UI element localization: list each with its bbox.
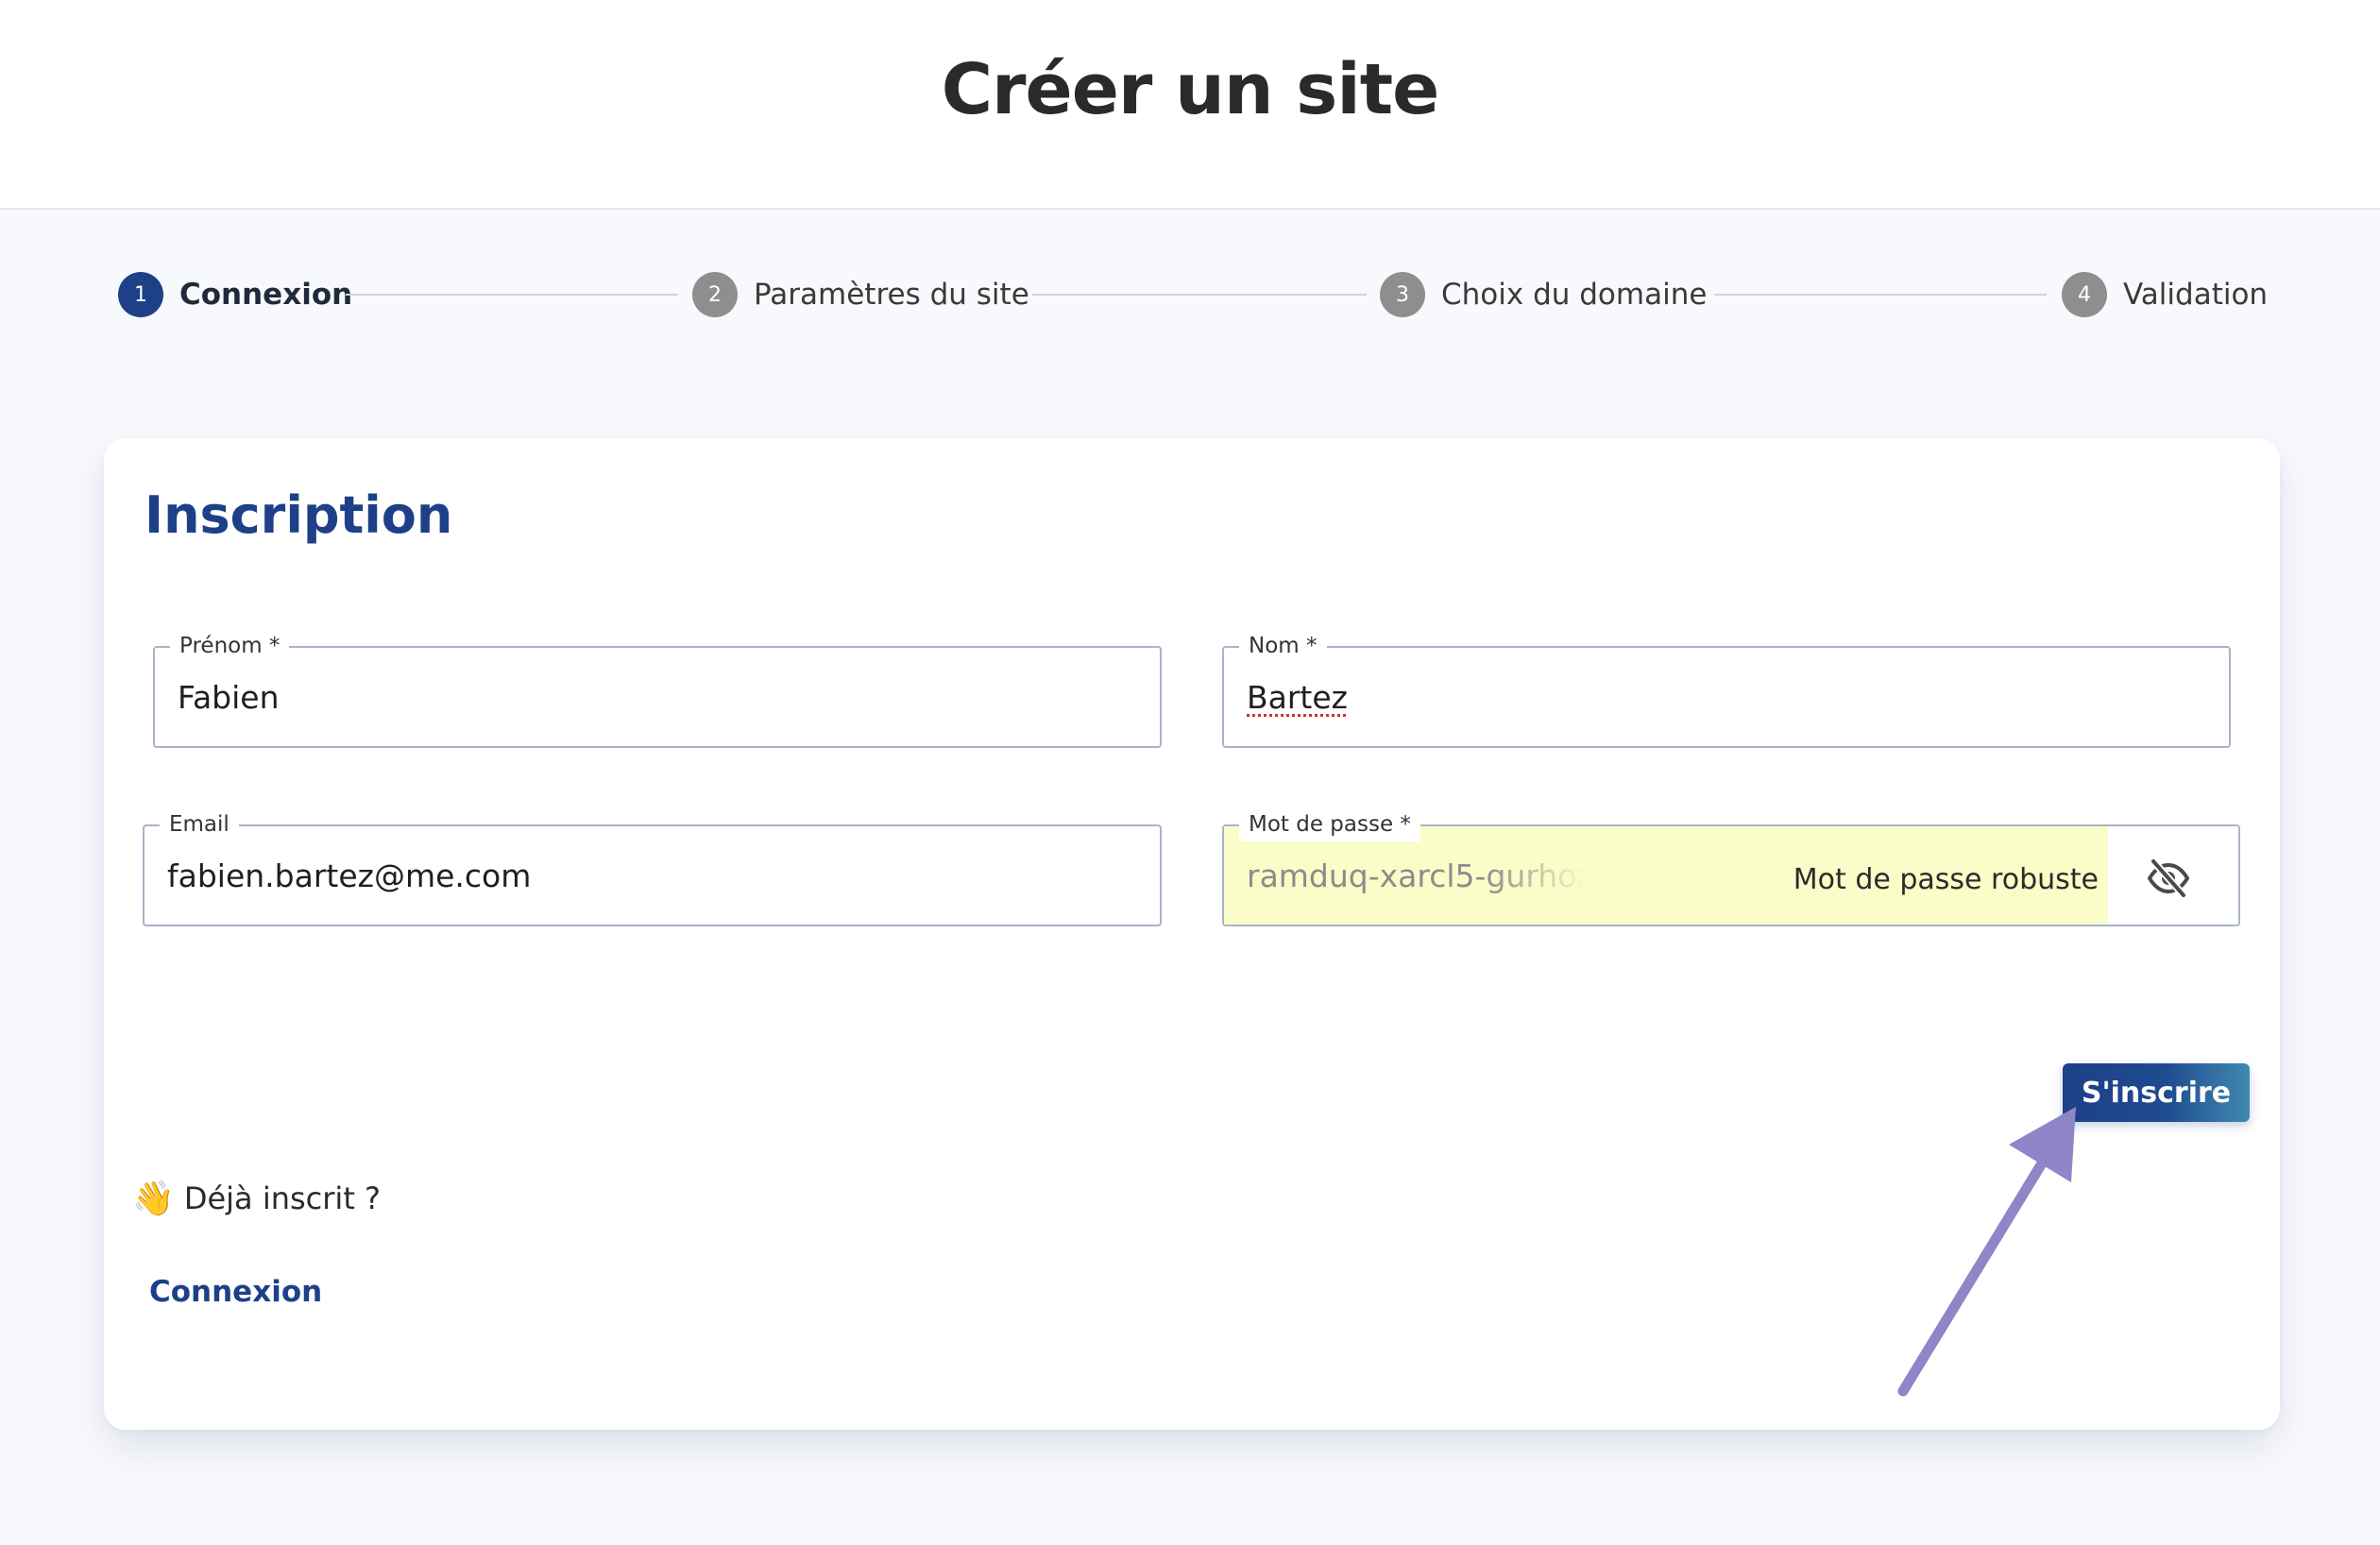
signup-card: [104, 438, 2280, 1430]
password-strength-hint: Mot de passe robuste: [1793, 862, 2099, 896]
first-name-field[interactable]: Prénom * Fabien: [153, 629, 1162, 748]
login-link[interactable]: Connexion: [149, 1275, 322, 1309]
step-4-label: Validation: [2123, 278, 2269, 312]
waving-hand-icon: 👋: [132, 1180, 175, 1218]
step-3-number: 3: [1380, 272, 1425, 317]
last-name-field[interactable]: Nom * Bartez: [1222, 629, 2231, 748]
step-3-label: Choix du domaine: [1441, 278, 1708, 312]
page-title: Créer un site: [941, 49, 1440, 130]
email-value: fabien.bartez@me.com: [167, 857, 532, 894]
signup-submit-button[interactable]: S'inscrire: [2063, 1063, 2250, 1122]
already-registered-prompt: 👋 Déjà inscrit ?: [132, 1179, 381, 1218]
step-connector: [1032, 294, 1367, 296]
step-1-number: 1: [118, 272, 163, 317]
eye-slash-icon[interactable]: [2146, 858, 2191, 898]
step-1-label: Connexion: [179, 278, 353, 312]
step-2-label: Paramètres du site: [754, 278, 1029, 312]
step-2-number: 2: [692, 272, 738, 317]
form-title: Inscription: [144, 485, 453, 545]
email-field[interactable]: Email fabien.bartez@me.com: [143, 807, 1162, 926]
first-name-value: Fabien: [178, 678, 280, 716]
step-connector: [1714, 294, 2047, 296]
password-field[interactable]: Mot de passe * ramduq-xarcl5-gurhoz Mot …: [1222, 807, 2240, 926]
last-name-value: Bartez: [1247, 678, 1348, 716]
step-connector: [346, 294, 678, 296]
already-registered-text: Déjà inscrit ?: [183, 1180, 382, 1216]
step-4-number: 4: [2062, 272, 2107, 317]
password-value: ramduq-xarcl5-gurhoz: [1247, 857, 1587, 894]
page-header: Créer un site: [0, 0, 2380, 210]
